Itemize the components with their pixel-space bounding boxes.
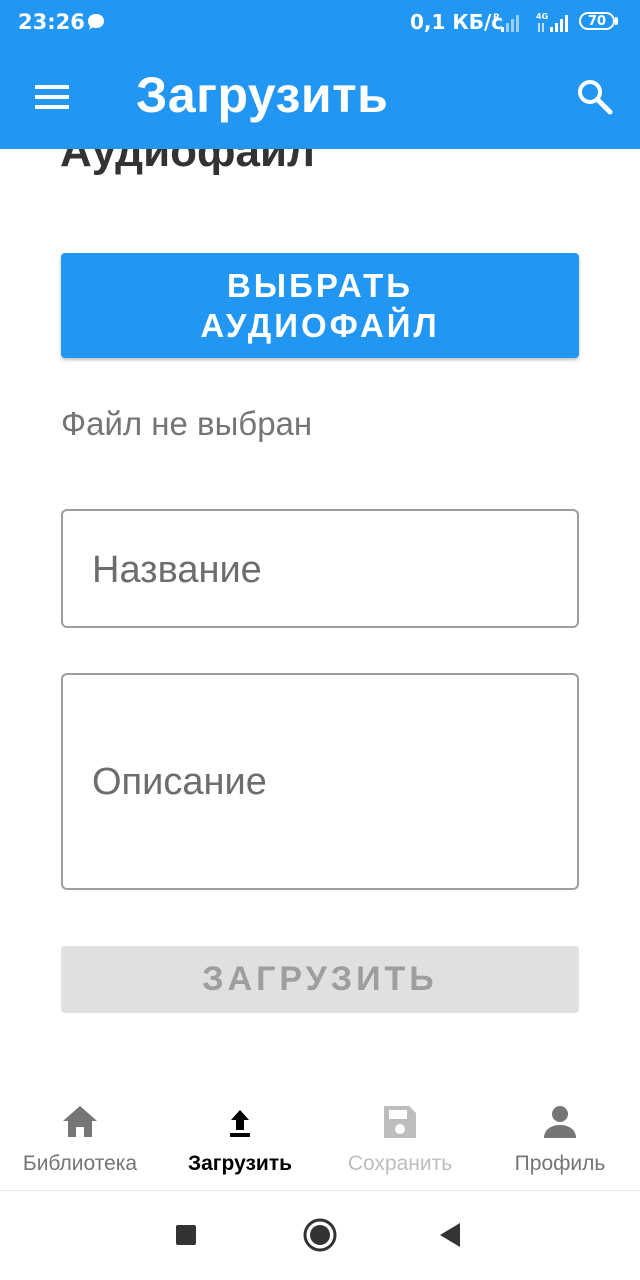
choose-audio-file-button[interactable]: ВЫБРАТЬ АУДИОФАЙЛ xyxy=(61,253,579,358)
back-icon[interactable] xyxy=(430,1215,470,1255)
nav-item-library[interactable]: Библиотека xyxy=(0,1088,160,1190)
battery-level: 70 xyxy=(579,12,615,30)
nav-label-library: Библиотека xyxy=(22,1152,138,1175)
file-status-text: Файл не выбран xyxy=(61,405,313,442)
person-icon xyxy=(544,1106,576,1138)
status-bar: 23:26 0,1 КБ/с R 4G 70 xyxy=(0,0,640,46)
nav-item-save[interactable]: Сохранить xyxy=(320,1088,480,1190)
section-heading-wrap: Аудиофайл xyxy=(60,149,580,194)
upload-screen: 23:26 0,1 КБ/с R 4G 70 Загрузить Аудиофа… xyxy=(0,0,640,1280)
svg-text:R: R xyxy=(493,13,500,23)
save-icon xyxy=(384,1106,416,1138)
nav-item-profile[interactable]: Профиль xyxy=(480,1088,640,1190)
recents-icon[interactable] xyxy=(166,1215,206,1255)
network-speed: 0,1 КБ/с xyxy=(410,10,504,34)
upload-button[interactable]: ЗАГРУЗИТЬ xyxy=(61,946,579,1013)
chat-notification-icon xyxy=(88,14,104,30)
upload-icon xyxy=(230,1110,250,1137)
nav-item-upload[interactable]: Загрузить xyxy=(160,1088,320,1190)
menu-icon[interactable] xyxy=(30,80,74,114)
title-placeholder: Название xyxy=(92,549,262,591)
page-title: Загрузить xyxy=(136,67,389,123)
nav-label-save: Сохранить xyxy=(347,1152,453,1175)
battery-icon: 70 xyxy=(579,12,619,32)
bottom-navigation: Библиотека Загрузить Сохранить Профиль xyxy=(0,1088,640,1190)
title-input[interactable]: Название xyxy=(61,509,579,628)
home-button-icon[interactable] xyxy=(300,1215,340,1255)
description-placeholder: Описание xyxy=(92,761,267,803)
svg-text:4G: 4G xyxy=(536,12,548,21)
nav-label-profile: Профиль xyxy=(514,1152,606,1175)
home-icon xyxy=(63,1106,97,1137)
signal-roaming-icon: R xyxy=(493,13,519,32)
app-header: 23:26 0,1 КБ/с R 4G 70 Загрузить xyxy=(0,0,640,149)
status-time: 23:26 xyxy=(18,10,85,34)
nav-label-upload: Загрузить xyxy=(187,1152,293,1175)
description-input[interactable]: Описание xyxy=(61,673,579,890)
search-icon[interactable] xyxy=(574,76,616,118)
section-heading: Аудиофайл xyxy=(60,149,315,176)
system-navigation-bar xyxy=(0,1191,640,1280)
signal-4g-icon: 4G xyxy=(536,12,568,32)
